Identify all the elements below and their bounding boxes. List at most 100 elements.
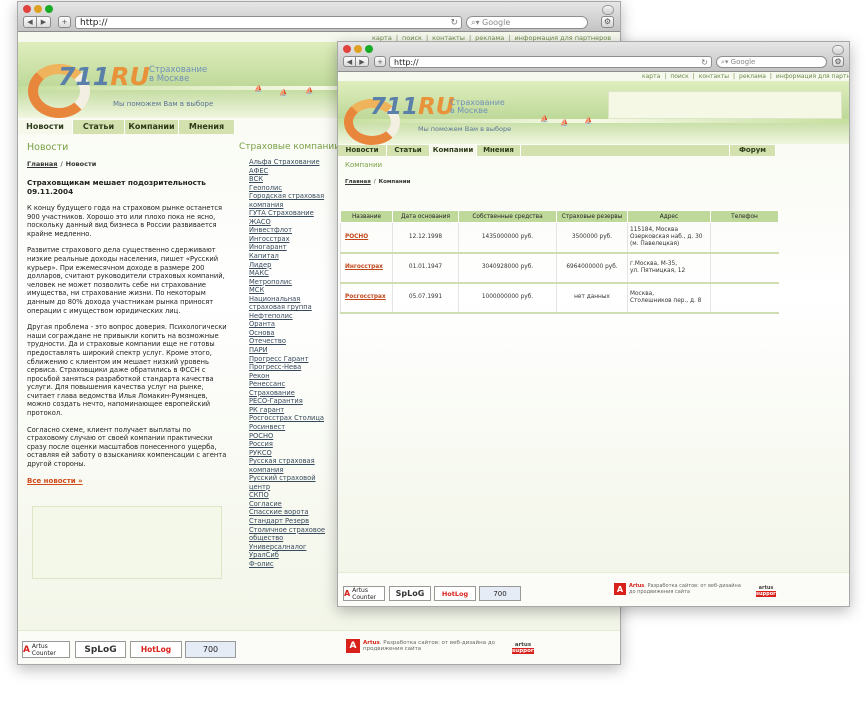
ad-banner-box[interactable] [32, 506, 222, 579]
minimize-window-button[interactable] [354, 45, 362, 53]
topnav-link[interactable]: реклама [739, 73, 766, 80]
company-link[interactable]: РЕСО-Гарантия [249, 397, 331, 406]
company-link[interactable]: Иногарант [249, 243, 331, 252]
company-link[interactable]: Стандарт Резерв [249, 517, 331, 526]
company-link[interactable]: ВСК [249, 175, 331, 184]
company-link[interactable]: Страхование [249, 389, 331, 398]
menu-item-articles[interactable]: Статьи [73, 120, 125, 134]
toolbar-toggle-button[interactable] [602, 5, 614, 15]
column-header[interactable]: Дата основания [392, 210, 459, 223]
menu-item-companies[interactable]: Компании [125, 120, 179, 134]
minimize-window-button[interactable] [34, 5, 42, 13]
company-link[interactable]: ГУТА Страхование [249, 209, 331, 218]
add-bookmark-button[interactable]: + [374, 56, 386, 67]
breadcrumb-home-link[interactable]: Главная [27, 160, 57, 168]
artus-support-badge[interactable]: artus support [756, 585, 778, 597]
back-button[interactable]: ◀ [23, 16, 37, 28]
company-link[interactable]: Согласие [249, 500, 331, 509]
topnav-link[interactable]: информация для партнеров [776, 73, 849, 80]
counter-badge-hotlog[interactable]: HotLog [434, 586, 476, 601]
address-bar[interactable]: http:// ↻ [75, 16, 462, 29]
company-link[interactable]: МАКС [249, 269, 331, 278]
company-link[interactable]: СКПО [249, 491, 331, 500]
menu-item-companies[interactable]: Компании [430, 145, 477, 156]
company-link[interactable]: РОСНО [249, 432, 331, 441]
reload-icon[interactable]: ↻ [450, 17, 458, 29]
close-window-button[interactable] [23, 5, 31, 13]
company-link[interactable]: Основа [249, 329, 331, 338]
company-link[interactable]: Рекон [249, 372, 331, 381]
company-link[interactable]: Росинвест [249, 423, 331, 432]
company-link[interactable]: УралСиб [249, 551, 331, 560]
menu-item-articles[interactable]: Статьи [387, 145, 430, 156]
counter-badge-splog[interactable]: SpLoG [389, 586, 431, 601]
artus-credit[interactable]: A Artus. Разработка сайтов: от веб-дизай… [346, 639, 506, 653]
company-link[interactable]: ПАРИ [249, 346, 331, 355]
company-link[interactable]: Городская страховая компания [249, 192, 331, 209]
menu-item-opinions[interactable]: Мнения [179, 120, 235, 134]
column-header[interactable]: Название [340, 210, 393, 223]
topnav-link[interactable]: контакты [699, 73, 729, 80]
menu-item-opinions[interactable]: Мнения [477, 145, 521, 156]
company-link[interactable]: РУКСО [249, 449, 331, 458]
counter-badge-artus[interactable]: A Artus Counter [22, 641, 70, 658]
zoom-window-button[interactable] [45, 5, 53, 13]
column-header[interactable]: Телефон [710, 210, 779, 223]
topnav-link[interactable]: поиск [670, 73, 688, 80]
counter-badge-700[interactable]: 700 [185, 641, 236, 658]
artus-credit[interactable]: A Artus. Разработка сайтов: от веб-дизай… [614, 583, 744, 595]
company-link[interactable]: Метрополис [249, 278, 331, 287]
company-link[interactable]: Россия [249, 440, 331, 449]
company-link[interactable]: Лидер [249, 261, 331, 270]
menu-item-news[interactable]: Новости [338, 145, 387, 156]
menu-item-news[interactable]: Новости [18, 120, 73, 134]
google-search-field[interactable]: ⌕▾ Google [716, 56, 827, 68]
company-link[interactable]: Столичное страховое общество [249, 526, 331, 543]
counter-badge-artus[interactable]: A Artus Counter [343, 586, 385, 601]
add-bookmark-button[interactable]: + [58, 16, 71, 28]
column-header[interactable]: Страховые резервы [556, 210, 628, 223]
counter-badge-hotlog[interactable]: HotLog [130, 641, 182, 658]
company-link[interactable]: Русский страховой центр [249, 474, 331, 491]
back-button[interactable]: ◀ [343, 56, 356, 67]
company-link[interactable]: Росгосстрах Столица [249, 414, 331, 423]
company-link[interactable]: Геополис [249, 184, 331, 193]
column-header[interactable]: Собственные средства [458, 210, 557, 223]
column-header[interactable]: Адрес [627, 210, 711, 223]
company-link[interactable]: МСК [249, 286, 331, 295]
company-link[interactable]: Капитал [249, 252, 331, 261]
all-news-link[interactable]: Все новости » [27, 477, 227, 485]
company-link[interactable]: ЖАСО [249, 218, 331, 227]
address-bar[interactable]: http:// ↻ [389, 56, 712, 68]
forward-button[interactable]: ▶ [37, 16, 51, 28]
company-link[interactable]: АФЕС [249, 167, 331, 176]
company-link[interactable]: Оранта [249, 320, 331, 329]
company-link[interactable]: Отечество [249, 337, 331, 346]
zoom-window-button[interactable] [365, 45, 373, 53]
company-link[interactable]: Ренессанс [249, 380, 331, 389]
company-link[interactable]: Прогресс-Нева [249, 363, 331, 372]
company-link[interactable]: РК гарант [249, 406, 331, 415]
topnav-link[interactable]: карта [642, 73, 660, 80]
breadcrumb-home-link[interactable]: Главная [345, 179, 371, 185]
gear-icon[interactable]: ⚙ [832, 56, 844, 67]
company-link[interactable]: Русская страховая компания [249, 457, 331, 474]
gear-icon[interactable]: ⚙ [601, 16, 614, 28]
site-logo[interactable]: 711RU [370, 94, 454, 120]
site-logo[interactable]: 711RU [58, 62, 150, 91]
artus-support-badge[interactable]: artus support [512, 642, 536, 654]
company-link[interactable]: Нефтеполис [249, 312, 331, 321]
company-link[interactable]: Ф-олис [249, 560, 331, 569]
company-link[interactable]: Инвестфлот [249, 226, 331, 235]
counter-badge-700[interactable]: 700 [479, 586, 521, 601]
counter-badge-splog[interactable]: SpLoG [75, 641, 126, 658]
company-name-link[interactable]: Росгосстрах [340, 282, 393, 314]
forward-button[interactable]: ▶ [356, 56, 369, 67]
google-search-field[interactable]: ⌕▾ Google [466, 16, 588, 29]
company-link[interactable]: Универсалналог [249, 543, 331, 552]
company-link[interactable]: Национальная страховая группа [249, 295, 331, 312]
company-link[interactable]: Ингосстрах [249, 235, 331, 244]
close-window-button[interactable] [343, 45, 351, 53]
company-name-link[interactable]: РОСНО [340, 222, 393, 254]
company-link[interactable]: Спасские ворота [249, 508, 331, 517]
